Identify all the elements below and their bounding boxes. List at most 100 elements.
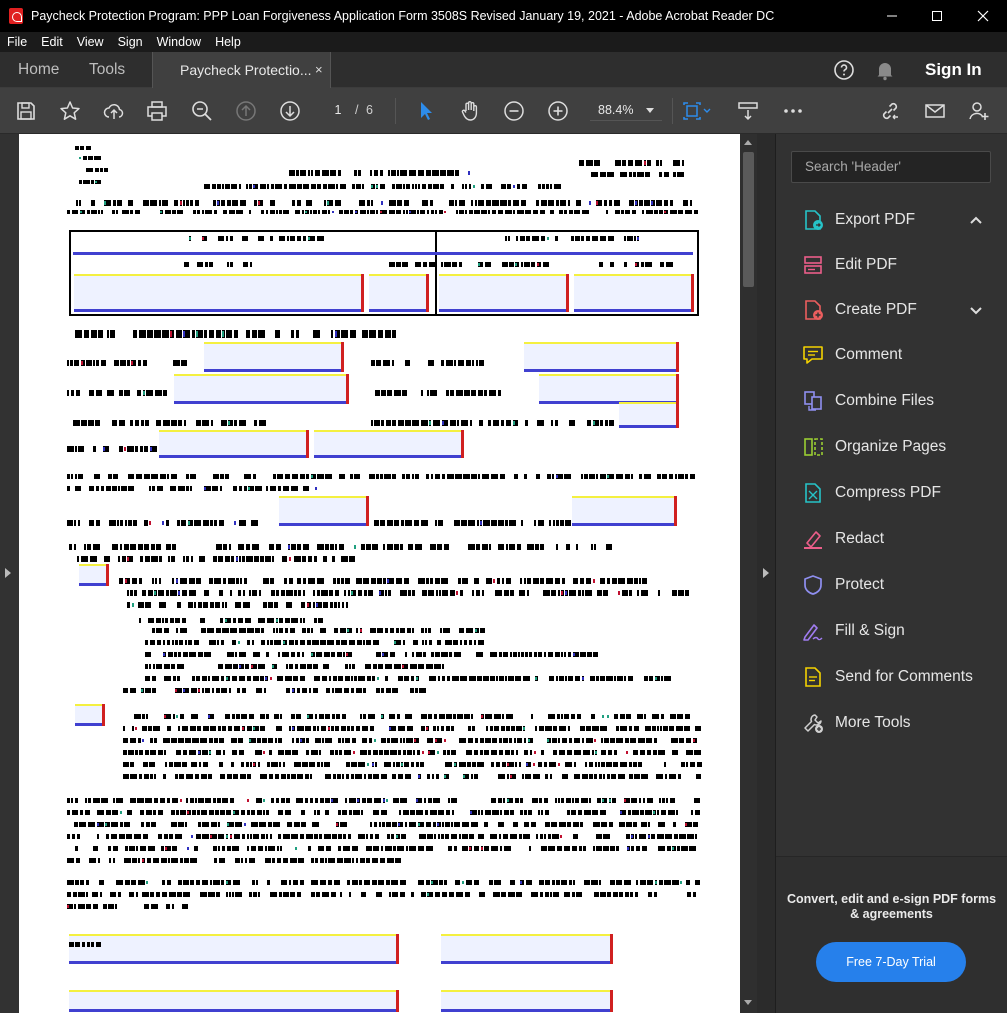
scroll-down-arrow-icon[interactable]: [744, 1000, 752, 1005]
hand-tool-button[interactable]: [458, 99, 482, 123]
menu-sign[interactable]: Sign: [111, 35, 150, 49]
more-options-button[interactable]: [781, 99, 805, 123]
sign-in-button[interactable]: Sign In: [925, 52, 982, 88]
next-page-button[interactable]: [278, 99, 302, 123]
email-button[interactable]: [923, 99, 947, 123]
pdf-text-fragment: [285, 618, 290, 623]
menu-file[interactable]: File: [0, 35, 34, 49]
tool-edit-pdf[interactable]: Edit PDF: [776, 245, 1007, 285]
zoom-out-button[interactable]: [502, 99, 526, 123]
zoom-level-dropdown[interactable]: 88.4%: [590, 99, 662, 121]
pdf-text-fragment: [597, 590, 602, 596]
pdf-text-fragment: [200, 892, 207, 897]
chevron-up-icon[interactable]: [968, 212, 984, 228]
close-window-button[interactable]: [960, 0, 1006, 32]
free-trial-button[interactable]: Free 7-Day Trial: [816, 942, 966, 982]
pdf-text-fragment: [106, 486, 111, 491]
pdf-text-fragment: [223, 544, 227, 550]
pdf-text-fragment: [695, 810, 700, 815]
tool-organize-pages[interactable]: Organize Pages: [776, 427, 1007, 467]
select-tool-button[interactable]: [414, 99, 438, 123]
tools-panel-toggle[interactable]: [757, 134, 776, 1013]
save-button[interactable]: [14, 99, 38, 123]
print-button[interactable]: [145, 99, 169, 123]
pdf-text-fragment: [142, 714, 145, 719]
pdf-text-fragment: [474, 210, 480, 214]
pdf-text-fragment: [644, 474, 651, 479]
page-number-input[interactable]: 1: [320, 99, 356, 121]
left-panel-toggle[interactable]: [0, 134, 19, 1013]
tool-send-for-comments[interactable]: Send for Comments: [776, 657, 1007, 697]
document-scrollbar[interactable]: [740, 134, 757, 1013]
zoom-in-button[interactable]: [546, 99, 570, 123]
pdf-text-fragment: [178, 652, 181, 657]
pdf-text-fragment: [481, 847, 483, 850]
maximize-button[interactable]: [914, 0, 960, 32]
help-button[interactable]: [832, 58, 856, 82]
notifications-button[interactable]: [873, 58, 897, 82]
tool-compress-pdf[interactable]: Compress PDF: [776, 473, 1007, 513]
pdf-text-fragment: [91, 942, 94, 947]
tool-protect[interactable]: Protect: [776, 565, 1007, 605]
menu-view[interactable]: View: [70, 35, 111, 49]
pdf-text-fragment: [535, 544, 539, 550]
tab-tools[interactable]: Tools: [89, 52, 125, 88]
pdf-text-fragment: [173, 360, 180, 366]
tool-fill-sign[interactable]: Fill & Sign: [776, 611, 1007, 651]
scroll-up-arrow-icon[interactable]: [744, 140, 752, 145]
tool-export-pdf[interactable]: Export PDF: [776, 200, 1007, 240]
menu-edit[interactable]: Edit: [34, 35, 70, 49]
pdf-text-fragment: [379, 822, 381, 827]
pdf-text-fragment: [501, 420, 504, 426]
pdf-text-fragment: [444, 544, 449, 550]
pdf-text-fragment: [633, 750, 638, 755]
pdf-text-fragment: [664, 172, 669, 177]
bookmark-button[interactable]: [58, 99, 82, 123]
scrollbar-thumb[interactable]: [743, 152, 754, 287]
pdf-text-fragment: [352, 664, 355, 669]
pdf-text-fragment: [67, 390, 69, 396]
pdf-text-fragment: [427, 738, 433, 743]
pdf-text-fragment: [222, 628, 229, 633]
pdf-text-fragment: [140, 846, 146, 851]
pdf-form-field-edge: [524, 369, 679, 372]
pdf-text-fragment: [481, 184, 484, 189]
upload-button[interactable]: [102, 99, 126, 123]
tool-redact[interactable]: Redact: [776, 519, 1007, 559]
pdf-text-fragment: [581, 474, 583, 479]
pdf-page[interactable]: [19, 134, 740, 1013]
pdf-text-fragment: [506, 714, 513, 719]
find-button[interactable]: [190, 99, 214, 123]
pdf-text-fragment: [426, 727, 428, 730]
menu-help[interactable]: Help: [208, 35, 248, 49]
menu-window[interactable]: Window: [150, 35, 208, 49]
tool-create-pdf[interactable]: Create PDF: [776, 290, 1007, 330]
tool-combine-files[interactable]: Combine Files: [776, 381, 1007, 421]
fit-page-button[interactable]: [680, 99, 716, 123]
window-title: Paycheck Protection Program: PPP Loan Fo…: [31, 9, 775, 23]
tool-more-tools[interactable]: More Tools: [776, 703, 1007, 743]
pdf-text-fragment: [190, 200, 193, 206]
pdf-text-fragment: [481, 810, 483, 815]
pdf-text-fragment: [266, 810, 269, 815]
pdf-text-fragment: [387, 390, 392, 396]
pdf-text-fragment: [370, 210, 375, 214]
pdf-text-fragment: [175, 618, 180, 623]
tool-comment[interactable]: Comment: [776, 335, 1007, 375]
document-viewport[interactable]: [19, 134, 740, 1013]
pdf-text-fragment: [405, 774, 411, 779]
close-tab-button[interactable]: ×: [315, 52, 323, 88]
tools-search-input[interactable]: Search 'Header': [791, 151, 991, 183]
chevron-down-icon[interactable]: [968, 302, 984, 318]
pdf-text-fragment: [392, 330, 396, 338]
share-link-button[interactable]: [878, 99, 902, 123]
add-user-button[interactable]: [967, 99, 991, 123]
pdf-text-fragment: [81, 420, 87, 426]
previous-page-button[interactable]: [234, 99, 258, 123]
minimize-button[interactable]: [869, 0, 915, 32]
tab-document[interactable]: Paycheck Protectio... ×: [152, 52, 331, 89]
tab-home[interactable]: Home: [18, 52, 59, 88]
fit-page-icon: [683, 102, 711, 120]
scroll-mode-button[interactable]: [736, 99, 760, 123]
pdf-text-fragment: [367, 200, 370, 206]
